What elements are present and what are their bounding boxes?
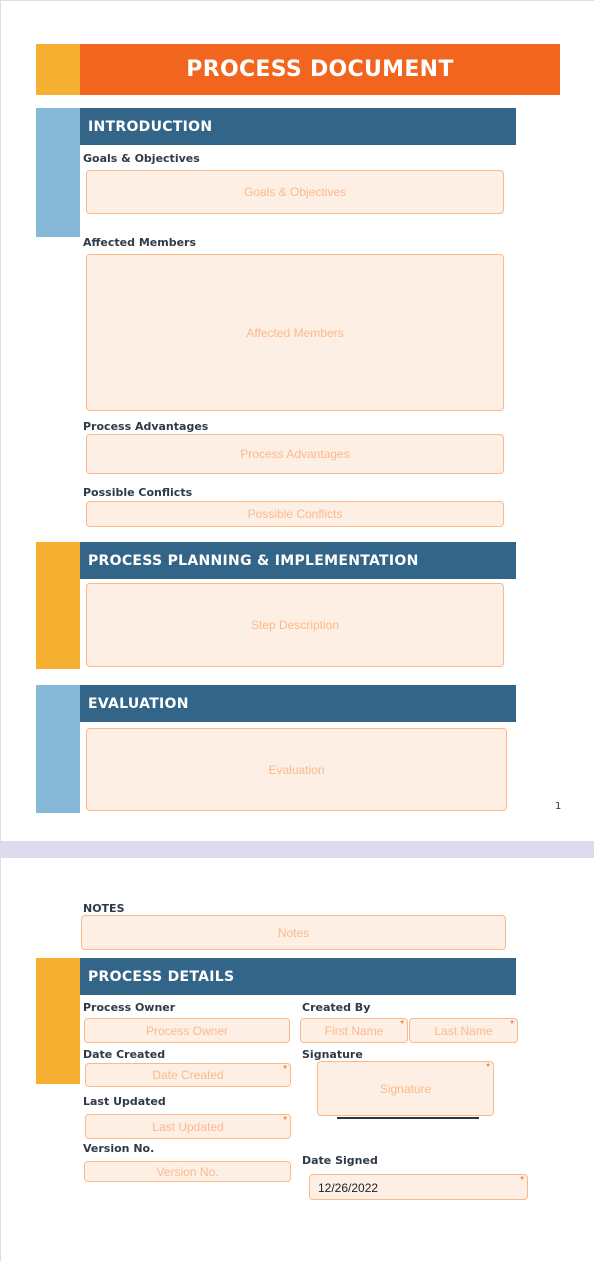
advantages-field[interactable]: Process Advantages <box>86 434 504 474</box>
affected-members-placeholder: Affected Members <box>246 325 344 340</box>
required-icon: * <box>510 1019 514 1030</box>
affected-members-field[interactable]: Affected Members <box>86 254 504 411</box>
date-created-label: Date Created <box>83 1048 166 1061</box>
date-signed-label: Date Signed <box>302 1154 378 1167</box>
required-icon: * <box>486 1062 490 1073</box>
evaluation-placeholder: Evaluation <box>268 762 325 777</box>
evaluation-side-accent <box>36 685 80 813</box>
details-heading: PROCESS DETAILS <box>80 958 516 995</box>
conflicts-placeholder: Possible Conflicts <box>247 507 343 521</box>
conflicts-label: Possible Conflicts <box>83 486 193 499</box>
required-icon: * <box>283 1064 287 1075</box>
process-owner-label: Process Owner <box>83 1001 176 1014</box>
date-created-placeholder: Date Created <box>152 1068 224 1082</box>
introduction-heading: INTRODUCTION <box>80 108 516 145</box>
signature-placeholder: Signature <box>379 1081 432 1096</box>
signature-line <box>337 1117 479 1119</box>
version-field[interactable]: Version No. <box>84 1161 291 1182</box>
page-2: NOTES Notes PROCESS DETAILS Process Owne… <box>1 858 594 1261</box>
goals-label: Goals & Objectives <box>83 152 200 165</box>
version-label: Version No. <box>83 1142 155 1155</box>
last-name-placeholder: Last Name <box>434 1023 493 1038</box>
page-1: PROCESS DOCUMENT INTRODUCTION Goals & Ob… <box>1 1 594 841</box>
required-icon: * <box>400 1019 404 1030</box>
date-signed-value: 12/26/2022 <box>318 1181 379 1195</box>
first-name-placeholder: First Name <box>324 1023 384 1038</box>
signature-label: Signature <box>302 1048 363 1061</box>
required-icon: * <box>520 1175 524 1186</box>
created-by-label: Created By <box>302 1001 371 1014</box>
notes-label: NOTES <box>83 902 125 915</box>
document-title: PROCESS DOCUMENT <box>80 44 560 95</box>
advantages-placeholder: Process Advantages <box>240 447 350 461</box>
signature-field[interactable]: Signature * <box>317 1061 494 1116</box>
last-updated-field[interactable]: Last Updated * <box>85 1114 291 1139</box>
last-updated-label: Last Updated <box>83 1095 166 1108</box>
details-side-accent <box>36 958 80 1084</box>
conflicts-field[interactable]: Possible Conflicts <box>86 501 504 527</box>
process-owner-field[interactable]: Process Owner <box>84 1018 290 1043</box>
introduction-side-accent <box>36 108 80 237</box>
goals-field[interactable]: Goals & Objectives <box>86 170 504 214</box>
created-by-last-name-field[interactable]: Last Name * <box>409 1018 518 1043</box>
title-banner-accent <box>36 44 80 95</box>
evaluation-heading: EVALUATION <box>80 685 516 722</box>
date-created-field[interactable]: Date Created * <box>85 1063 291 1087</box>
advantages-label: Process Advantages <box>83 420 209 433</box>
version-placeholder: Version No. <box>156 1164 219 1179</box>
planning-heading: PROCESS PLANNING & IMPLEMENTATION <box>80 542 516 579</box>
planning-side-accent <box>36 542 80 669</box>
step-description-field[interactable]: Step Description <box>86 583 504 667</box>
evaluation-field[interactable]: Evaluation <box>86 728 507 811</box>
process-owner-placeholder: Process Owner <box>145 1023 229 1038</box>
notes-field[interactable]: Notes <box>81 915 506 950</box>
created-by-first-name-field[interactable]: First Name * <box>300 1018 408 1043</box>
date-signed-field[interactable]: 12/26/2022 * <box>309 1174 528 1200</box>
affected-members-label: Affected Members <box>83 236 197 249</box>
notes-placeholder: Notes <box>277 925 310 940</box>
required-icon: * <box>283 1115 287 1126</box>
step-description-placeholder: Step Description <box>250 618 340 632</box>
last-updated-placeholder: Last Updated <box>152 1119 224 1134</box>
page-number: 1 <box>555 801 562 812</box>
goals-placeholder: Goals & Objectives <box>243 185 347 199</box>
